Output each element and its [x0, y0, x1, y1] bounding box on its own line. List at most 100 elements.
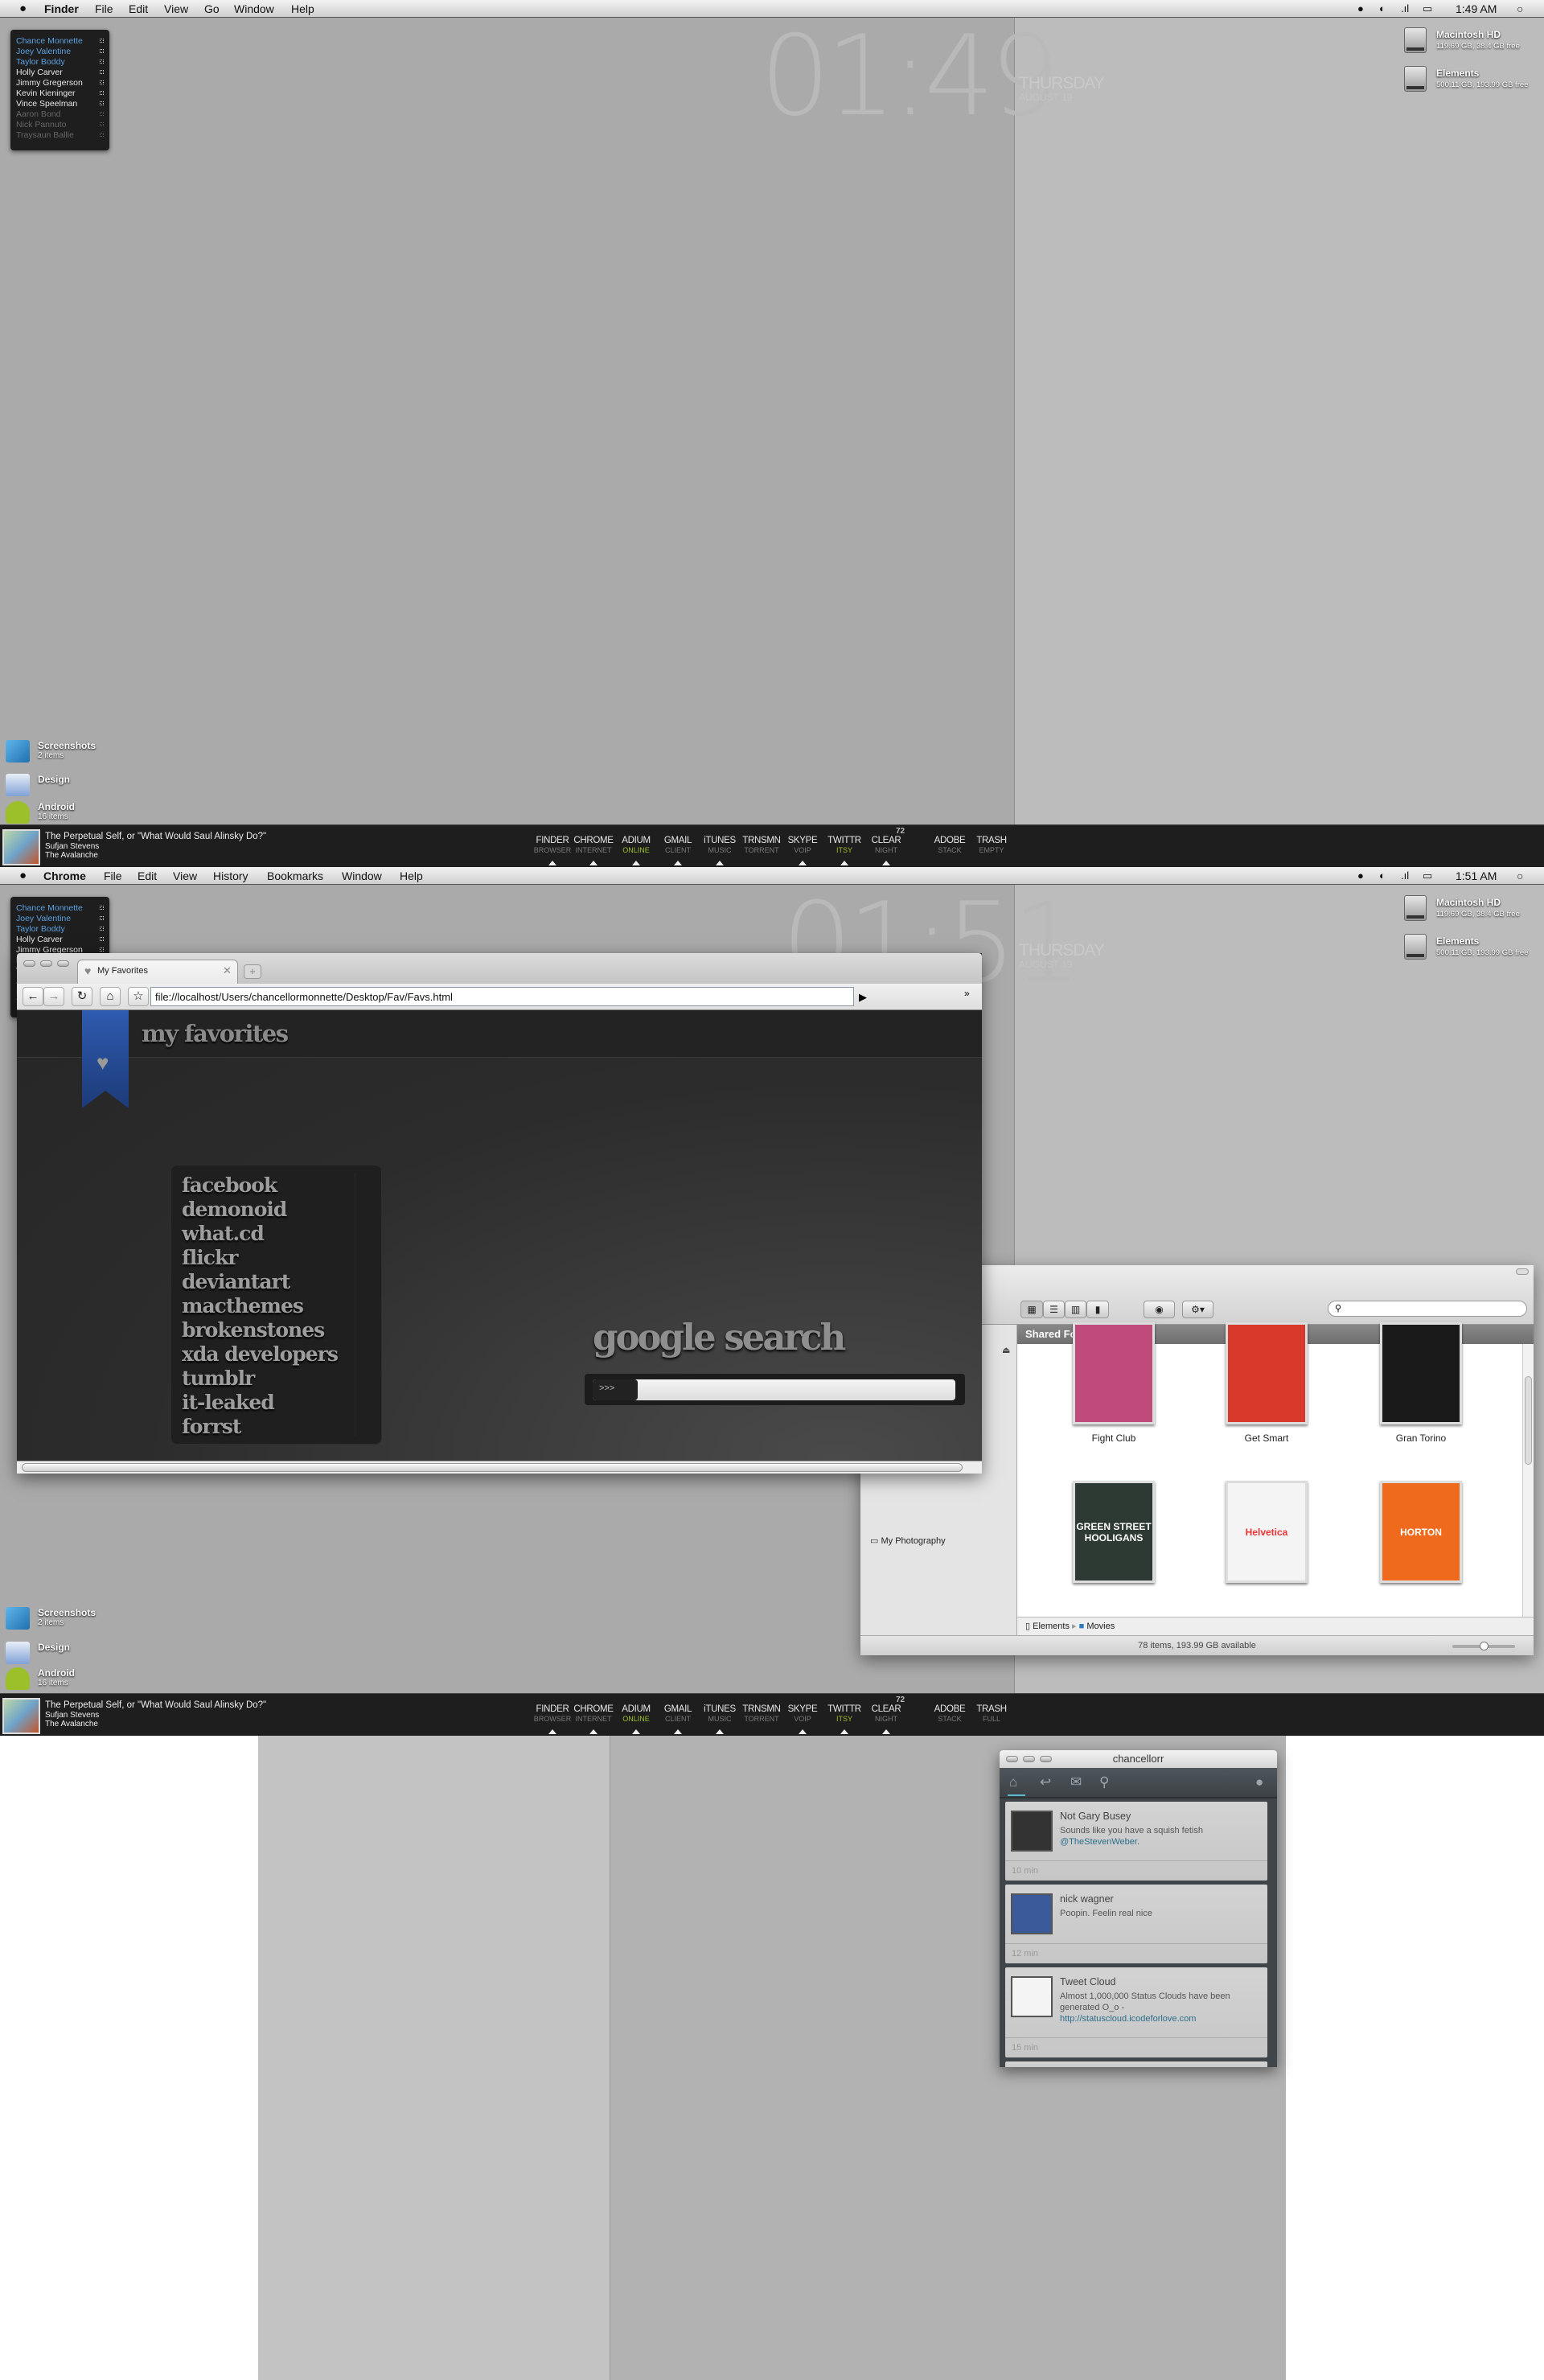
vertical-scrollbar[interactable]: [1522, 1344, 1534, 1617]
movie-item[interactable]: Fight Club: [1057, 1322, 1170, 1444]
menu-item-edit[interactable]: Edit: [138, 869, 157, 882]
tweet-author[interactable]: nick wagner: [1060, 1893, 1114, 1905]
reply-icon[interactable]: ↩: [1040, 1774, 1051, 1790]
menu-app-name[interactable]: Chrome: [43, 869, 86, 882]
buddy-name[interactable]: Holly Carver: [16, 68, 63, 77]
menu-item-view[interactable]: View: [173, 869, 197, 882]
forward-button[interactable]: →: [43, 987, 64, 1006]
dock-item-trash[interactable]: TRASH EMPTY: [967, 836, 1016, 854]
favorite-link[interactable]: deviantart: [182, 1270, 290, 1294]
menu-clock[interactable]: 1:51 AM: [1456, 869, 1497, 882]
drive-macintosh-hd[interactable]: Macintosh HD 119.69 GB, 38.4 GB free: [1404, 27, 1541, 60]
path-item[interactable]: Elements: [1033, 1622, 1070, 1631]
zoom-window-button[interactable]: [1040, 1756, 1052, 1762]
movie-item[interactable]: GREEN STREET HOOLIGANS: [1057, 1481, 1170, 1583]
favorite-link[interactable]: it-leaked: [182, 1391, 275, 1415]
favorite-link[interactable]: tumblr: [182, 1367, 255, 1391]
list-view-button[interactable]: ☰: [1043, 1301, 1065, 1318]
scrollbar-thumb[interactable]: [1525, 1376, 1532, 1465]
dock-item-itunes[interactable]: iTUNES MUSIC: [696, 1704, 744, 1734]
apple-icon[interactable]: ●: [19, 2, 27, 15]
dock-item-twittr[interactable]: TWITTR ITSY: [820, 1704, 868, 1734]
movie-item[interactable]: Helvetica: [1210, 1481, 1323, 1583]
dock-item-adobe[interactable]: ADOBE STACK: [926, 1704, 974, 1723]
movie-item[interactable]: Get Smart: [1210, 1322, 1323, 1444]
mail-icon[interactable]: ✉: [1070, 1774, 1082, 1790]
address-bar[interactable]: file://localhost/Users/chancellormonnett…: [150, 987, 854, 1006]
go-button[interactable]: ▶: [859, 991, 867, 1004]
close-tab-icon[interactable]: ✕: [223, 964, 232, 977]
dock-item-adium[interactable]: ADIUM ONLINE: [612, 1704, 660, 1734]
buddy-name[interactable]: Chance Monnette: [16, 903, 83, 913]
reload-button[interactable]: ↻: [72, 987, 92, 1006]
dock-item-adium[interactable]: ADIUM ONLINE: [612, 836, 660, 865]
home-icon[interactable]: ⌂: [1009, 1774, 1017, 1790]
zoom-window-button[interactable]: [57, 960, 69, 967]
buddy-name[interactable]: Jimmy Gregerson: [16, 78, 83, 88]
dock-item-skype[interactable]: SKYPE VOIP: [778, 1704, 827, 1734]
compose-icon[interactable]: ●: [1255, 1774, 1263, 1790]
movie-item[interactable]: HORTON: [1365, 1481, 1477, 1583]
tweet-item[interactable]: Tweet Cloud Almost 1,000,000 Status Cloud…: [1005, 1967, 1267, 2057]
favorite-link[interactable]: facebook: [182, 1174, 277, 1198]
desktop-icon-design[interactable]: Design: [6, 774, 142, 801]
buddy-name[interactable]: Taylor Boddy: [16, 924, 65, 934]
drive-elements[interactable]: Elements 500.11 GB, 193.99 GB free: [1404, 934, 1541, 966]
dock-item-skype[interactable]: SKYPE VOIP: [778, 836, 827, 865]
avatar[interactable]: [1011, 1976, 1053, 2017]
dock-item-clear[interactable]: CLEAR NIGHT 72: [862, 1696, 910, 1734]
path-item[interactable]: Movies: [1086, 1622, 1115, 1631]
buddy-name[interactable]: Taylor Boddy: [16, 57, 65, 67]
close-window-button[interactable]: [23, 960, 35, 967]
menu-item-file[interactable]: File: [104, 869, 122, 882]
growl-icon[interactable]: ◐: [1379, 869, 1386, 882]
finder-search-input[interactable]: ⚲: [1328, 1301, 1527, 1317]
favorite-link[interactable]: demonoid: [182, 1198, 287, 1222]
tweet-link[interactable]: @TheStevenWeber: [1060, 1837, 1137, 1847]
menu-app-name[interactable]: Finder: [44, 2, 79, 15]
menu-item-view[interactable]: View: [164, 2, 188, 15]
favorite-link[interactable]: flickr: [182, 1246, 238, 1270]
tweet-link[interactable]: http://statuscloud.icodeforlove.com: [1060, 2014, 1196, 2024]
buddy-name[interactable]: Joey Valentine: [16, 914, 71, 923]
menu-item-history[interactable]: History: [213, 869, 248, 882]
desktop-icon-design[interactable]: Design: [6, 1642, 142, 1669]
desktop-icon-android[interactable]: Android 16 items: [6, 1667, 142, 1695]
menu-item-bookmarks[interactable]: Bookmarks: [267, 869, 323, 882]
adium-icon[interactable]: ●: [1357, 2, 1364, 14]
favorite-link[interactable]: macthemes: [182, 1294, 304, 1318]
favorite-link[interactable]: forrst: [182, 1415, 241, 1439]
minimize-window-button[interactable]: [1023, 1756, 1035, 1762]
drive-elements[interactable]: Elements 500.11 GB, 193.99 GB free: [1404, 66, 1541, 98]
minimize-window-button[interactable]: [40, 960, 52, 967]
menu-item-window[interactable]: Window: [234, 2, 274, 15]
slider-knob[interactable]: [1480, 1642, 1489, 1650]
column-view-button[interactable]: ▥: [1065, 1301, 1086, 1318]
buddy-name[interactable]: Kevin Kieninger: [16, 88, 76, 98]
album-art[interactable]: [2, 829, 40, 865]
tweet-author[interactable]: Tweet Cloud: [1060, 1976, 1115, 1987]
google-search-input[interactable]: [593, 1379, 955, 1400]
avatar[interactable]: [1011, 1811, 1053, 1852]
apple-icon[interactable]: ●: [19, 869, 27, 882]
icon-size-slider[interactable]: [1452, 1642, 1515, 1650]
buddy-name[interactable]: Traysaun Ballie: [16, 130, 74, 140]
drive-macintosh-hd[interactable]: Macintosh HD 119.69 GB, 38.4 GB free: [1404, 895, 1541, 927]
new-tab-button[interactable]: +: [244, 964, 261, 979]
quick-look-button[interactable]: ◉: [1144, 1301, 1175, 1318]
close-window-button[interactable]: [1006, 1756, 1018, 1762]
tweet-author[interactable]: Not Gary Busey: [1060, 1811, 1131, 1822]
wifi-signal-icon[interactable]: .ıl: [1401, 2, 1409, 14]
buddy-name[interactable]: Nick Pannuto: [16, 120, 66, 129]
buddy-name[interactable]: Holly Carver: [16, 935, 63, 944]
favorite-link[interactable]: brokenstones: [182, 1318, 325, 1342]
cover-flow-button[interactable]: ▮: [1086, 1301, 1109, 1318]
dock-item-adobe[interactable]: ADOBE STACK: [926, 836, 974, 854]
album-art[interactable]: [2, 1698, 40, 1734]
movie-item[interactable]: Gran Torino: [1365, 1322, 1477, 1444]
avatar[interactable]: [1011, 1893, 1053, 1934]
scrollbar-thumb[interactable]: [22, 1463, 963, 1472]
menu-item-go[interactable]: Go: [204, 2, 220, 15]
search-icon[interactable]: ⚲: [1099, 1774, 1109, 1790]
growl-icon[interactable]: ◐: [1379, 2, 1386, 14]
